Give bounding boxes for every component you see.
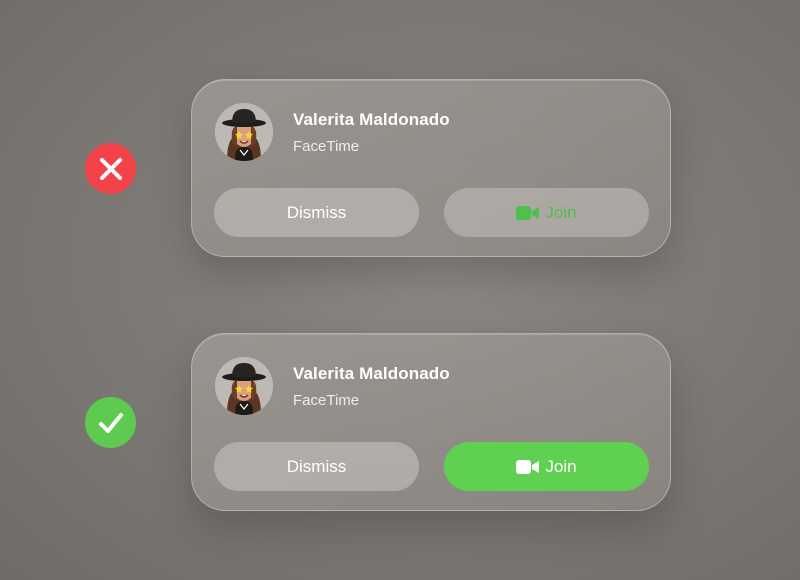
- join-button[interactable]: Join: [444, 188, 649, 237]
- caller-name: Valerita Maldonado: [293, 364, 450, 383]
- x-mark-icon: [98, 156, 124, 182]
- memoji-avatar: [215, 357, 273, 415]
- join-button[interactable]: Join: [444, 442, 649, 491]
- memoji-avatar: [215, 103, 273, 161]
- join-label: Join: [545, 202, 577, 222]
- dismiss-label: Dismiss: [286, 456, 347, 476]
- caller-name: Valerita Maldonado: [293, 110, 450, 129]
- dismiss-button[interactable]: Dismiss: [214, 442, 419, 491]
- incorrect-example: Valerita Maldonado FaceTime Dismiss Join: [0, 79, 800, 259]
- facetime-notification-card: Valerita Maldonado FaceTime Dismiss Join: [191, 333, 671, 511]
- app-name: FaceTime: [293, 392, 360, 409]
- dismiss-button[interactable]: Dismiss: [214, 188, 419, 237]
- correct-indicator: [85, 397, 136, 448]
- incorrect-indicator: [85, 143, 136, 194]
- app-name: FaceTime: [293, 138, 360, 155]
- checkmark-icon: [97, 410, 125, 436]
- video-camera-icon: [516, 459, 540, 475]
- dismiss-label: Dismiss: [286, 202, 347, 222]
- correct-example: Valerita Maldonado FaceTime Dismiss Join: [0, 333, 800, 513]
- page: { "examples": [ { "verdict": "incorrect"…: [0, 0, 800, 580]
- join-label: Join: [545, 456, 577, 476]
- facetime-notification-card: Valerita Maldonado FaceTime Dismiss Join: [191, 79, 671, 257]
- video-camera-icon: [516, 205, 540, 221]
